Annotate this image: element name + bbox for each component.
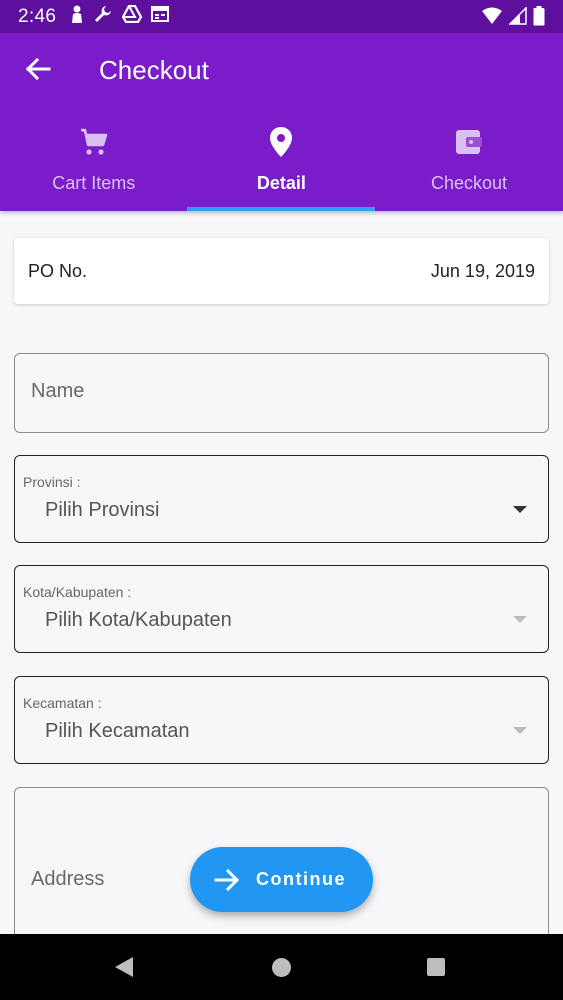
status-bar: 2:46 <box>0 0 563 33</box>
tab-cart-items[interactable]: Cart Items <box>0 121 188 211</box>
tab-label: Checkout <box>430 173 507 193</box>
kecamatan-dropdown[interactable]: Kecamatan : Pilih Kecamatan <box>14 676 549 764</box>
drive-icon <box>121 4 143 28</box>
cart-icon <box>77 125 111 159</box>
tab-bar: Cart Items Detail Checkout <box>0 121 563 211</box>
arrow-left-icon <box>25 57 51 85</box>
kota-value: Pilih Kota/Kabupaten <box>45 609 232 631</box>
tab-label: Cart Items <box>52 173 136 193</box>
page-title: Checkout <box>99 55 209 85</box>
po-label: PO No. <box>28 261 88 281</box>
dropdown-arrow-icon <box>513 616 527 623</box>
signal-icon <box>508 6 527 30</box>
nav-home-icon[interactable] <box>272 958 291 977</box>
provinsi-dropdown[interactable]: Provinsi : Pilih Provinsi <box>14 455 549 543</box>
app-bar: Checkout Cart Items Detail Checkout <box>0 33 563 211</box>
person-icon <box>70 5 84 28</box>
calendar-icon <box>151 6 170 27</box>
continue-button[interactable]: Continue <box>190 847 373 912</box>
kota-label: Kota/Kabupaten : <box>23 584 132 600</box>
back-button[interactable] <box>22 55 54 87</box>
nav-back-icon[interactable] <box>114 956 134 983</box>
dropdown-arrow-icon <box>513 506 527 513</box>
battery-icon <box>533 6 545 31</box>
wallet-icon <box>452 125 486 159</box>
wrench-icon <box>93 4 113 29</box>
dropdown-arrow-icon <box>513 727 527 734</box>
tab-detail[interactable]: Detail <box>188 121 376 211</box>
tab-indicator <box>187 207 375 211</box>
po-card: PO No. Jun 19, 2019 <box>14 238 549 304</box>
kota-dropdown[interactable]: Kota/Kabupaten : Pilih Kota/Kabupaten <box>14 565 549 653</box>
status-icons-right <box>481 6 545 31</box>
kecamatan-value: Pilih Kecamatan <box>45 720 190 742</box>
provinsi-label: Provinsi : <box>23 474 81 490</box>
tab-checkout[interactable]: Checkout <box>375 121 563 211</box>
location-pin-icon <box>264 125 298 159</box>
provinsi-value: Pilih Provinsi <box>45 499 160 521</box>
status-time: 2:46 <box>18 5 57 27</box>
name-field[interactable] <box>14 353 549 433</box>
system-nav-bar <box>0 934 563 1000</box>
continue-label: Continue <box>256 869 346 889</box>
nav-recent-apps-icon[interactable] <box>427 958 445 976</box>
address-placeholder: Address <box>31 868 105 890</box>
arrow-right-icon <box>214 866 242 894</box>
tab-label: Detail <box>256 173 306 193</box>
status-icons-left <box>70 4 170 29</box>
wifi-icon <box>481 7 503 30</box>
po-date: Jun 19, 2019 <box>430 261 535 281</box>
kecamatan-label: Kecamatan : <box>23 695 102 711</box>
name-input[interactable] <box>31 380 511 403</box>
